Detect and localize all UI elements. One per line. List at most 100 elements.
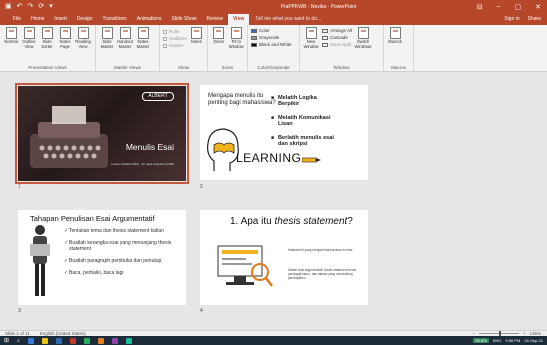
normal-view-button[interactable]: Normal (3, 27, 19, 50)
handout-master-icon (119, 27, 131, 39)
grayscale-label: Grayscale (259, 35, 280, 40)
tab-file[interactable]: File (8, 14, 26, 25)
learning-banner: LEARNING (236, 151, 302, 165)
handout-master-button[interactable]: Handout Master (117, 27, 133, 50)
slide-question: Mengapa menulis itu penting bagi mahasis… (208, 93, 276, 106)
color-option[interactable]: Color (251, 28, 296, 33)
tab-insert[interactable]: Insert (49, 14, 72, 25)
notes-button[interactable]: Notes (189, 27, 204, 48)
group-macros: Macros Macros (384, 25, 414, 72)
outline-view-icon (23, 27, 35, 39)
reading-view-button[interactable]: Reading View (75, 27, 91, 50)
tab-view[interactable]: View (227, 14, 250, 25)
app-icon[interactable] (125, 337, 132, 344)
group-window: New Window Arrange All Cascade Move Spli… (300, 25, 384, 72)
tell-me-box[interactable]: Tell me what you want to do... (255, 16, 321, 25)
black-white-option[interactable]: Black and White (251, 42, 296, 47)
app-icon[interactable] (111, 337, 118, 344)
task-view-icon[interactable] (27, 337, 34, 344)
computer-research-illustration (217, 245, 273, 287)
grayscale-option[interactable]: Grayscale (251, 35, 296, 40)
slide-number: 4 (200, 308, 203, 314)
refresh-icon[interactable]: ⟳ (38, 2, 44, 12)
group-label: Color/Grayscale (257, 65, 290, 70)
clock-time[interactable]: 9:56 PM (505, 338, 520, 343)
file-explorer-icon[interactable] (41, 337, 48, 344)
title-bar: ▣ ↶ ↷ ⟳ ▾ PraPPKWB - Nevika - PowerPoint… (0, 0, 547, 14)
customize-qat-icon[interactable]: ▾ (49, 2, 53, 12)
minimize-icon[interactable]: – (497, 3, 501, 11)
notes-master-button[interactable]: Notes Master (135, 27, 151, 50)
share-button[interactable]: Share (528, 16, 541, 22)
slide-sorter-icon (41, 27, 53, 39)
ribbon-display-icon[interactable]: ⊟ (477, 3, 483, 11)
zoom-button[interactable]: Zoom (211, 27, 227, 50)
start-icon[interactable]: ⊞ (4, 337, 9, 344)
close-icon[interactable]: ✕ (535, 3, 541, 11)
group-zoom: Zoom Fit to Window Zoom (208, 25, 248, 72)
group-label: Show (177, 65, 190, 70)
slide-thumbnail-3[interactable]: Tahapan Penulisan Esai Argumentatif Tent… (18, 210, 186, 305)
move-split-button[interactable]: Move Split (322, 42, 352, 47)
tab-slide-show[interactable]: Slide Show (167, 14, 202, 25)
macros-button[interactable]: Macros (387, 27, 403, 45)
zoom-slider[interactable] (478, 331, 519, 336)
app-icon[interactable] (97, 337, 104, 344)
checkbox-icon (163, 43, 167, 48)
group-show: Ruler Gridlines Guides Notes Show (160, 25, 208, 72)
typewriter-image (30, 106, 108, 168)
title-italic-text: thesis statement (274, 216, 348, 227)
guides-label: Guides (169, 43, 184, 48)
tab-transitions[interactable]: Transitions (98, 14, 132, 25)
notes-icon (190, 27, 202, 39)
notes-page-button[interactable]: Notes Page (57, 27, 73, 50)
arrange-all-label: Arrange All (330, 28, 353, 33)
cascade-icon (322, 35, 328, 40)
system-tray: 95.8% ENG 9:56 PM 24-Sep-21 (473, 338, 547, 343)
gridlines-label: Gridlines (169, 36, 187, 41)
gridlines-checkbox[interactable]: Gridlines (163, 36, 187, 41)
tab-design[interactable]: Design (72, 14, 98, 25)
magnifier-icon (213, 27, 225, 39)
guides-checkbox[interactable]: Guides (163, 43, 187, 48)
sign-in-link[interactable]: Sign in (504, 16, 519, 22)
checkbox-icon (163, 36, 167, 41)
excel-icon[interactable] (83, 337, 90, 344)
slide-number: 1 (18, 184, 21, 190)
slide-master-button[interactable]: Slide Master (99, 27, 115, 50)
black-white-swatch-icon (251, 42, 257, 47)
tab-home[interactable]: Home (26, 14, 49, 25)
outline-view-button[interactable]: Outline View (21, 27, 37, 50)
fit-to-window-button[interactable]: Fit to Window (229, 27, 245, 50)
word-icon[interactable] (55, 337, 62, 344)
clock-date[interactable]: 24-Sep-21 (524, 338, 543, 343)
bullet-item: Melatih Komunikasi Lisan (271, 115, 338, 128)
slide-master-icon (101, 27, 113, 39)
save-icon[interactable]: ▣ (5, 2, 12, 12)
slide-thumbnail-2[interactable]: Mengapa menulis itu penting bagi mahasis… (200, 85, 368, 180)
ruler-checkbox[interactable]: Ruler (163, 29, 187, 34)
redo-icon[interactable]: ↷ (28, 2, 34, 12)
search-icon[interactable]: ⌕ (17, 338, 20, 344)
undo-icon[interactable]: ↶ (17, 2, 23, 12)
slide-sorter-button[interactable]: Slide Sorter (39, 27, 55, 50)
new-window-icon (305, 27, 317, 39)
list-item: Tentukan tema dan thesis statement kalia… (64, 228, 174, 234)
maximize-icon[interactable]: ▢ (515, 3, 522, 11)
tab-animations[interactable]: Animations (132, 14, 167, 25)
tab-review[interactable]: Review (202, 14, 228, 25)
switch-windows-button[interactable]: Switch Windows (355, 27, 372, 50)
new-window-button[interactable]: New Window (303, 27, 319, 50)
slide-thumbnail-1[interactable]: ALBERT Menulis Esai Lestina Setiadi (NIM… (15, 83, 189, 184)
slide-subtitle: Lestina Setiadi (NIM) · Ari Jaya Angraei… (110, 162, 174, 166)
powerpoint-icon[interactable] (69, 337, 76, 344)
cascade-button[interactable]: Cascade (322, 35, 352, 40)
slide-thumbnail-4[interactable]: 1. Apa itu thesis statement? Kalimat int… (200, 210, 368, 305)
bullet-item: Berlatih menulis esai dan skripsi (271, 135, 338, 148)
person-illustration (30, 225, 50, 296)
arrange-all-button[interactable]: Arrange All (322, 28, 352, 33)
list-item: Baca, perbaiki, baca lagi (64, 270, 174, 276)
reading-view-icon (77, 27, 89, 39)
language-tray[interactable]: ENG (493, 338, 502, 343)
battery-indicator[interactable]: 95.8% (473, 338, 489, 343)
